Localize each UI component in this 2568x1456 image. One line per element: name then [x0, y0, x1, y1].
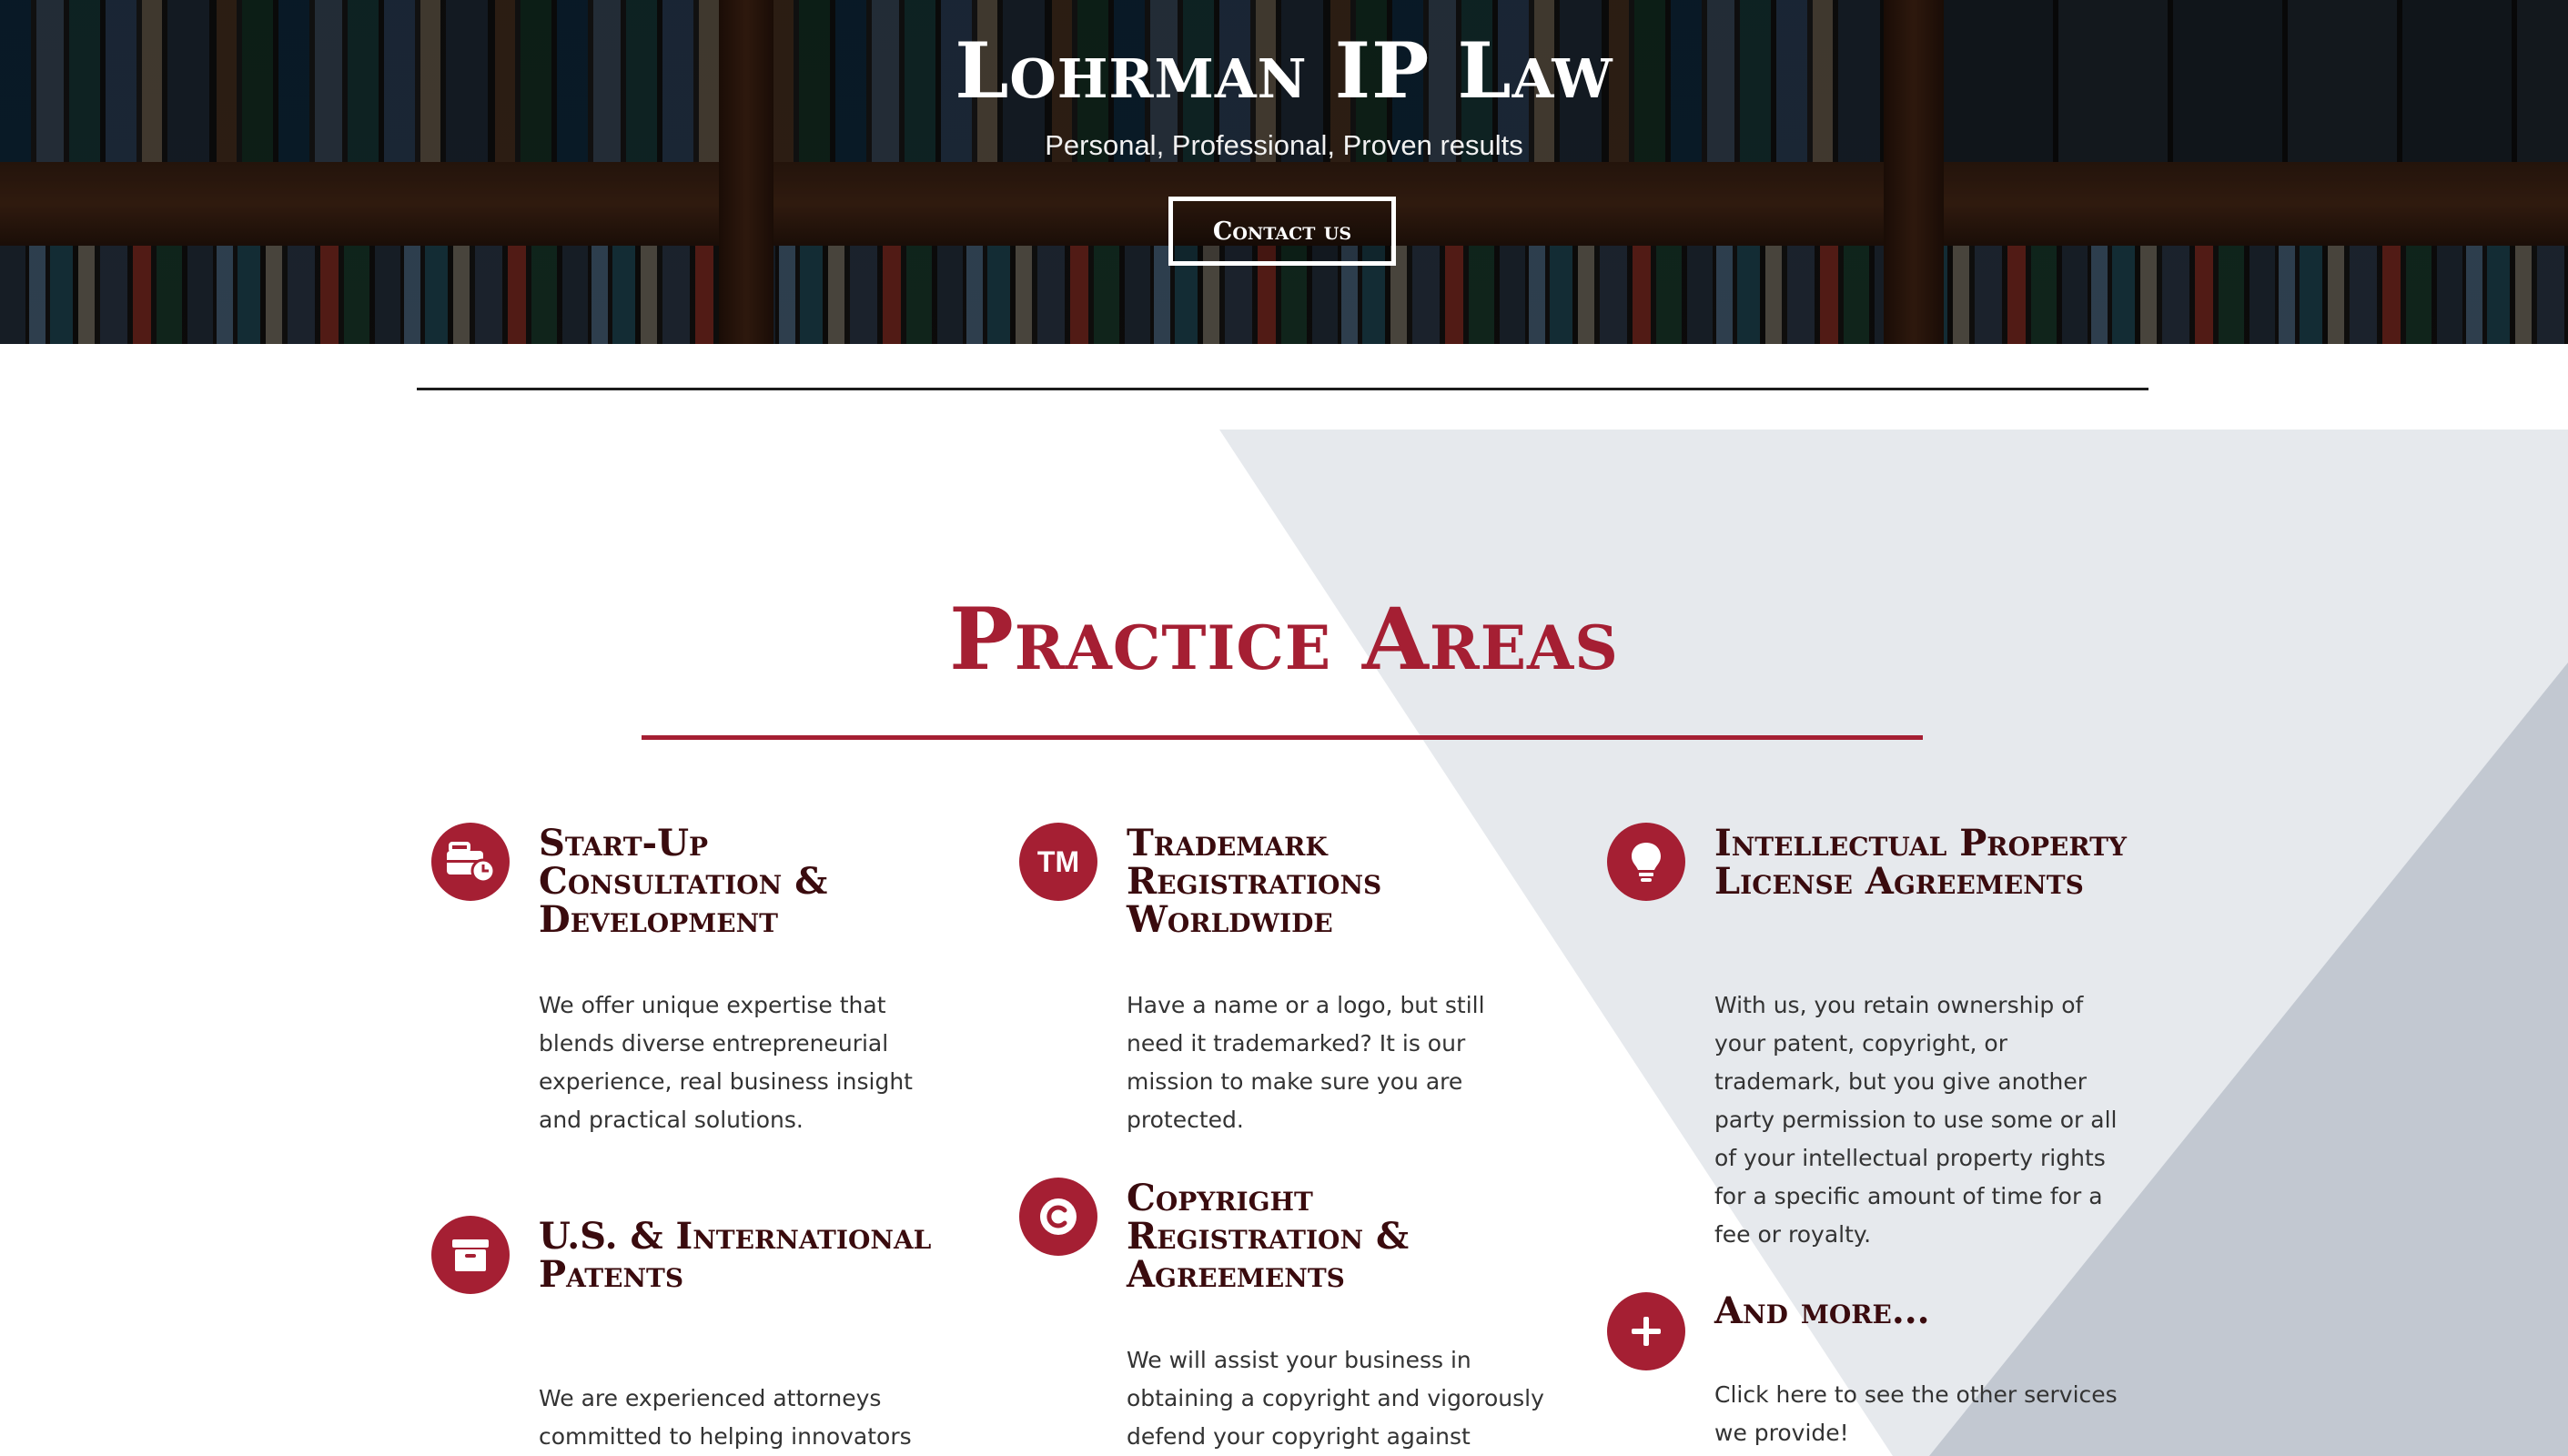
site-title: Lohrman IP Law: [955, 25, 1613, 116]
card-description: We are experienced attorneys committed t…: [539, 1385, 912, 1450]
practice-card-copyright: Copyright Registration & Agreements We w…: [1019, 1178, 1544, 1456]
practice-card-license: Intellectual Property License Agreements…: [1607, 823, 2127, 1248]
card-title[interactable]: U.S. & International Patents: [539, 1218, 957, 1294]
section-divider: [417, 388, 2148, 390]
card-description: Have a name or a logo, but still need it…: [1127, 992, 1485, 1133]
copyright-icon: [1019, 1178, 1097, 1256]
tm-glyph: TM: [1036, 844, 1080, 878]
card-title[interactable]: Trademark Registrations Worldwide: [1127, 824, 1545, 939]
card-title[interactable]: And more...: [1714, 1292, 2133, 1330]
card-description: With us, you retain ownership of your pa…: [1714, 992, 2118, 1248]
trademark-icon: TM: [1019, 823, 1097, 901]
plus-icon: [1607, 1292, 1685, 1370]
practice-card-startup: Start-Up Consultation & Development We o…: [431, 823, 913, 1150]
hero-banner: Lohrman IP Law Personal, Professional, P…: [0, 0, 2568, 344]
practice-card-patents: U.S. & International Patents We are expe…: [431, 1216, 931, 1456]
card-description: We will assist your business in obtainin…: [1127, 1347, 1544, 1450]
practice-card-trademark: TM Trademark Registrations Worldwide Hav…: [1019, 823, 1492, 1133]
practice-areas-heading: Practice Areas: [949, 590, 1619, 690]
card-title[interactable]: Start-Up Consultation & Development: [539, 824, 957, 939]
other-services-link[interactable]: Click here to see the other services we …: [1714, 1376, 2133, 1452]
card-title[interactable]: Copyright Registration & Agreements: [1127, 1179, 1545, 1294]
card-description: We offer unique expertise that blends di…: [539, 992, 913, 1133]
contact-us-button[interactable]: Contact us: [1168, 197, 1396, 266]
heading-underline: [642, 735, 1923, 740]
archive-box-icon: [431, 1216, 510, 1294]
practice-card-more: And more... Click here to see the other …: [1607, 1292, 2118, 1456]
lightbulb-icon: [1607, 823, 1685, 901]
briefcase-clock-icon: [431, 823, 510, 901]
card-title[interactable]: Intellectual Property License Agreements: [1714, 824, 2133, 901]
site-tagline: Personal, Professional, Proven results: [1045, 129, 1523, 161]
